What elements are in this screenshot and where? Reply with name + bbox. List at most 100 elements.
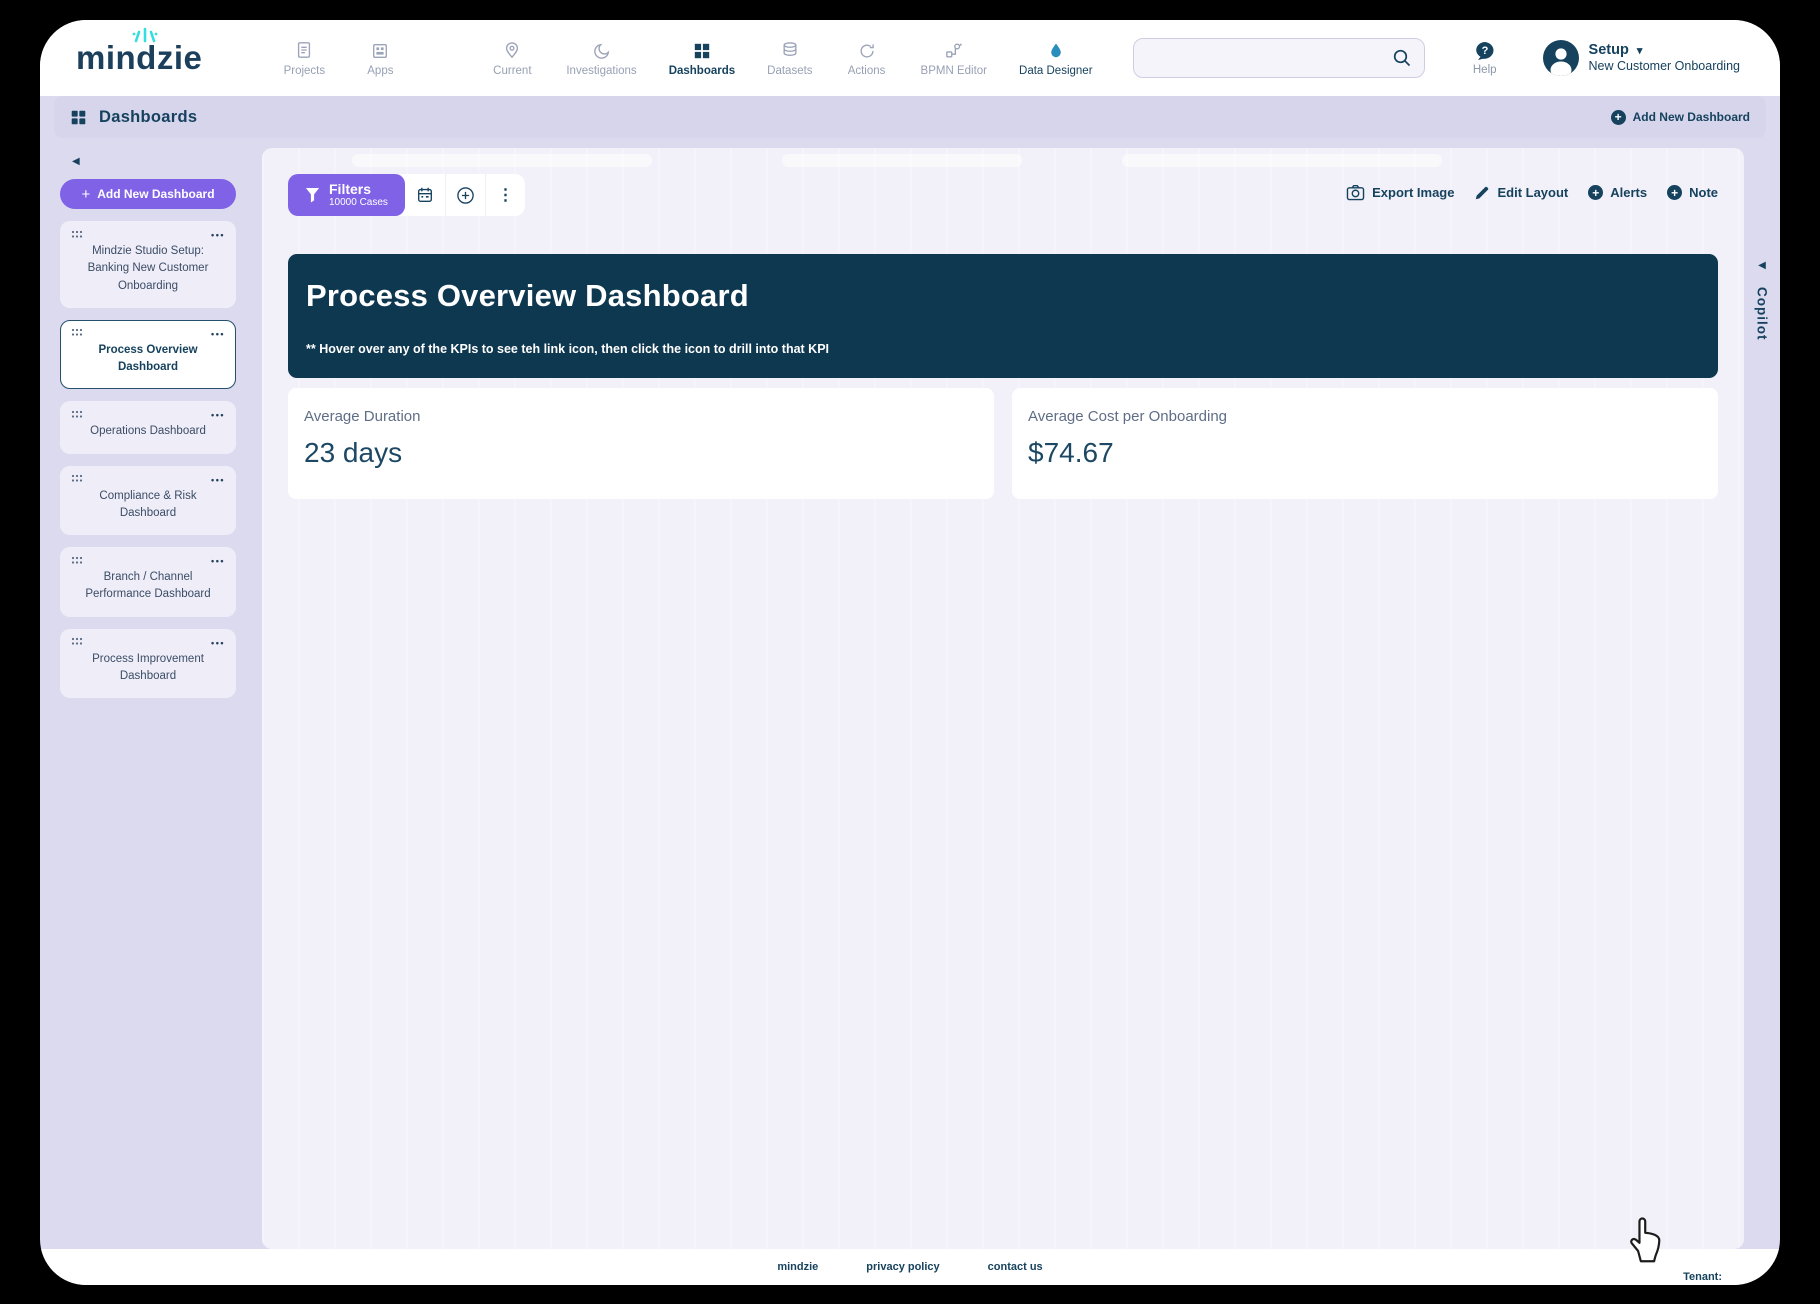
plus-circle-icon bbox=[1667, 185, 1683, 200]
funnel-icon bbox=[305, 187, 320, 203]
logo-text: mindzie bbox=[76, 39, 203, 76]
nav-label: Dashboards bbox=[668, 64, 736, 77]
drag-handle-icon[interactable] bbox=[71, 556, 83, 565]
nav-item-actions[interactable]: Actions bbox=[845, 40, 889, 77]
nav-item-investigations[interactable]: Investigations bbox=[566, 40, 637, 77]
sidebar-item-branch-channel[interactable]: Branch / Channel Performance Dashboard bbox=[60, 547, 236, 617]
add-widget-button[interactable] bbox=[444, 174, 485, 216]
droplet-icon bbox=[1048, 40, 1064, 60]
date-filter-button[interactable] bbox=[405, 174, 445, 216]
skeleton-block bbox=[352, 154, 652, 167]
chevron-down-icon bbox=[1637, 41, 1643, 59]
card-menu-icon[interactable] bbox=[211, 405, 225, 423]
copilot-tab[interactable]: Copilot bbox=[1755, 287, 1770, 341]
sidebar-item-operations[interactable]: Operations Dashboard bbox=[60, 401, 236, 454]
note-button[interactable]: Note bbox=[1667, 185, 1718, 200]
sidebar-collapse-icon[interactable] bbox=[72, 156, 240, 167]
footer-link-mindzie[interactable]: mindzie bbox=[777, 1261, 818, 1273]
crown-icon bbox=[132, 27, 158, 43]
mindzie-logo[interactable]: mindzie bbox=[76, 27, 203, 77]
kpi-card-average-duration[interactable]: Average Duration 23 days bbox=[288, 388, 994, 499]
page-header-bar: Dashboards Add New Dashboard bbox=[54, 96, 1766, 138]
nav-items: Projects Apps Current Investigations Das… bbox=[282, 40, 1093, 77]
card-menu-icon[interactable] bbox=[211, 470, 225, 488]
top-nav: mindzie Projects Apps Current Investigat… bbox=[40, 20, 1780, 96]
drag-handle-icon[interactable] bbox=[71, 637, 83, 646]
alerts-button[interactable]: Alerts bbox=[1588, 185, 1647, 200]
sidebar-item-compliance-risk[interactable]: Compliance & Risk Dashboard bbox=[60, 465, 236, 535]
pencil-icon bbox=[1476, 186, 1489, 199]
drag-handle-icon[interactable] bbox=[71, 474, 83, 483]
dashboard-title: Process Overview Dashboard bbox=[306, 278, 749, 313]
kebab-menu-icon bbox=[497, 185, 513, 205]
plus-circle-icon bbox=[1610, 109, 1626, 125]
skeleton-block bbox=[782, 154, 1022, 167]
plus-icon: + bbox=[81, 185, 91, 203]
footer: mindzie privacy policy contact us Tenant… bbox=[40, 1249, 1780, 1285]
footer-link-privacy-policy[interactable]: privacy policy bbox=[866, 1261, 939, 1273]
user-name: Setup bbox=[1588, 42, 1629, 59]
kpi-label: Average Cost per Onboarding bbox=[1028, 408, 1228, 425]
kpi-value: $74.67 bbox=[1028, 437, 1114, 468]
tenant-label: Tenant: bbox=[1683, 1271, 1722, 1283]
nav-item-apps[interactable]: Apps bbox=[358, 40, 402, 77]
dashboard-toolbar: Filters 10000 Cases ⋮ Export Image Edit … bbox=[288, 174, 1718, 216]
card-menu-icon[interactable] bbox=[211, 551, 225, 569]
filters-button[interactable]: Filters 10000 Cases bbox=[288, 174, 405, 216]
drag-handle-icon[interactable] bbox=[71, 230, 83, 239]
help-button[interactable]: ? Help bbox=[1473, 41, 1497, 76]
dashboard-canvas: Filters 10000 Cases ⋮ Export Image Edit … bbox=[262, 148, 1744, 1249]
sidebar-item-process-overview[interactable]: Process Overview Dashboard bbox=[60, 319, 236, 390]
more-options-button[interactable] bbox=[484, 174, 525, 216]
nav-item-dashboards[interactable]: Dashboards bbox=[669, 40, 735, 77]
search-box bbox=[1132, 38, 1425, 78]
sidebar-add-dashboard-button[interactable]: + Add New Dashboard bbox=[60, 179, 236, 209]
footer-link-contact-us[interactable]: contact us bbox=[988, 1261, 1043, 1273]
nav-item-datasets[interactable]: Datasets bbox=[767, 40, 813, 77]
user-workspace: New Customer Onboarding bbox=[1588, 59, 1740, 74]
kpi-row: Average Duration 23 days Average Cost pe… bbox=[288, 388, 1718, 499]
add-new-dashboard-header-button[interactable]: Add New Dashboard bbox=[1610, 109, 1750, 125]
nav-item-bpmn-editor[interactable]: BPMN Editor bbox=[921, 40, 987, 77]
kpi-value: 23 days bbox=[304, 437, 403, 468]
map-pin-icon bbox=[503, 40, 521, 60]
sidebar-item-process-improvement[interactable]: Process Improvement Dashboard bbox=[60, 628, 236, 698]
card-menu-icon[interactable] bbox=[211, 225, 225, 243]
dashboards-grid-icon bbox=[70, 109, 87, 126]
user-menu[interactable]: Setup New Customer Onboarding bbox=[1542, 40, 1740, 76]
kpi-card-average-cost[interactable]: Average Cost per Onboarding $74.67 bbox=[1012, 388, 1718, 499]
plus-circle-outline-icon bbox=[457, 186, 474, 204]
copilot-expand-icon[interactable] bbox=[1758, 260, 1766, 271]
refresh-icon bbox=[858, 40, 876, 60]
page-title: Dashboards bbox=[99, 107, 198, 126]
nav-label: Actions bbox=[847, 64, 886, 77]
app-window: mindzie Projects Apps Current Investigat… bbox=[40, 20, 1780, 1285]
copilot-panel-strip: Copilot bbox=[1744, 148, 1780, 1249]
drag-handle-icon[interactable] bbox=[71, 328, 83, 337]
avatar bbox=[1542, 40, 1579, 76]
database-icon bbox=[781, 40, 799, 60]
calendar-icon bbox=[417, 187, 432, 202]
help-icon: ? bbox=[1474, 41, 1496, 61]
nav-label: Projects bbox=[283, 64, 326, 77]
dashboard-note: ** Hover over any of the KPIs to see teh… bbox=[306, 342, 830, 356]
nav-item-current[interactable]: Current bbox=[490, 40, 534, 77]
nav-item-projects[interactable]: Projects bbox=[282, 40, 326, 77]
search-input[interactable] bbox=[1145, 50, 1392, 66]
document-icon bbox=[295, 40, 313, 60]
apps-icon bbox=[371, 40, 389, 60]
nav-label: Investigations bbox=[566, 64, 637, 77]
export-image-button[interactable]: Export Image bbox=[1346, 184, 1454, 201]
card-menu-icon[interactable] bbox=[211, 324, 225, 342]
nav-item-data-designer[interactable]: Data Designer bbox=[1019, 40, 1093, 77]
edit-layout-button[interactable]: Edit Layout bbox=[1474, 185, 1568, 201]
dashboard-sidebar: + Add New Dashboard Mindzie Studio Setup… bbox=[54, 148, 250, 1249]
search-icon[interactable] bbox=[1392, 48, 1412, 68]
nav-label: Data Designer bbox=[1019, 64, 1093, 77]
nav-label: Datasets bbox=[767, 64, 813, 77]
sidebar-item-mindzie-studio-setup[interactable]: Mindzie Studio Setup: Banking New Custom… bbox=[60, 221, 236, 308]
grid-icon bbox=[693, 40, 711, 60]
card-menu-icon[interactable] bbox=[211, 633, 225, 651]
drag-handle-icon[interactable] bbox=[71, 410, 83, 419]
help-label: Help bbox=[1472, 63, 1497, 76]
